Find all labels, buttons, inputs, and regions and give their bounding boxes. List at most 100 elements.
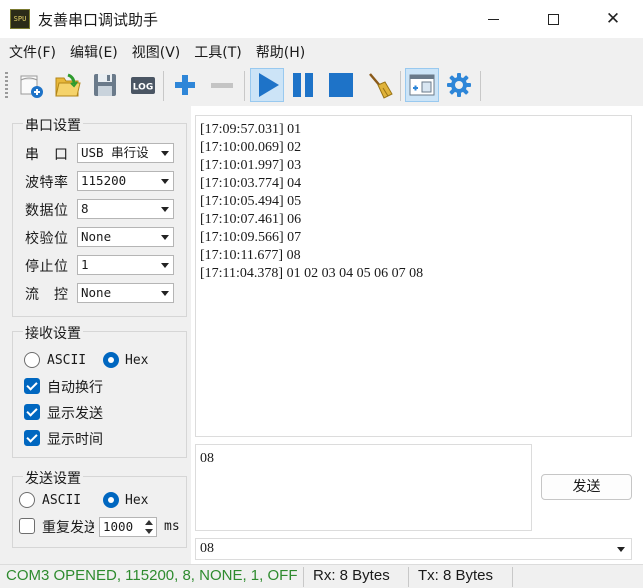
status-separator: [303, 567, 304, 587]
chevron-up-icon[interactable]: [145, 520, 153, 525]
checkmark-icon: [26, 379, 38, 391]
receive-text-area[interactable]: [17:09:57.031] 01 [17:10:00.069] 02 [17:…: [195, 115, 632, 437]
toolbar-grip[interactable]: [5, 72, 8, 100]
window-button[interactable]: [405, 68, 439, 102]
flow-control-select[interactable]: None: [77, 283, 174, 303]
receive-hex-radio[interactable]: [103, 352, 119, 368]
show-sent-label: 显示发送: [47, 406, 103, 422]
send-history-value: 08: [200, 541, 214, 556]
status-separator: [408, 567, 409, 587]
minimize-button[interactable]: [470, 0, 516, 38]
serial-settings-group: 串口设置 串 口 USB 串行设 波特率 115200 数据位 8 校验位 No…: [12, 115, 187, 317]
send-history-select[interactable]: 08: [195, 538, 632, 560]
send-button[interactable]: 发送: [541, 474, 632, 500]
connection-status: COM3 OPENED, 115200, 8, NONE, 1, OFF: [6, 567, 298, 584]
log-line: [17:09:57.031] 01: [200, 122, 302, 137]
rx-counter: Rx: 8 Bytes: [313, 567, 390, 584]
save-button[interactable]: [88, 68, 122, 102]
parity-select[interactable]: None: [77, 227, 174, 247]
toolbar-separator: [163, 71, 164, 101]
add-button[interactable]: [168, 68, 202, 102]
send-hex-label: Hex: [125, 493, 149, 508]
data-bits-label: 数据位: [25, 203, 69, 219]
receive-settings-group: 接收设置 ASCII Hex 自动换行 显示发送 显示时间: [12, 323, 187, 458]
pause-icon: [293, 73, 313, 97]
open-button[interactable]: [50, 68, 84, 102]
show-time-checkbox[interactable]: [24, 430, 40, 446]
flow-control-value: None: [81, 285, 112, 300]
repeat-interval-spinner[interactable]: 1000: [99, 517, 157, 537]
toolbar-separator: [244, 71, 245, 101]
receive-ascii-label: ASCII: [47, 353, 87, 368]
minimize-icon: [487, 18, 499, 20]
new-session-button[interactable]: [14, 68, 48, 102]
stop-button[interactable]: [324, 68, 358, 102]
settings-button[interactable]: [442, 68, 476, 102]
send-ascii-radio[interactable]: [19, 492, 35, 508]
send-input-value: 08: [200, 451, 214, 466]
stop-bits-label: 停止位: [25, 259, 69, 275]
stop-bits-value: 1: [81, 257, 89, 272]
remove-button[interactable]: [205, 68, 239, 102]
send-settings-group: 发送设置 ASCII Hex 重复发送 1000 ms: [12, 468, 187, 548]
stop-bits-select[interactable]: 1: [77, 255, 174, 275]
menu-tools[interactable]: 工具(T): [187, 42, 248, 62]
start-button[interactable]: [250, 68, 284, 102]
menu-view[interactable]: 视图(V): [125, 42, 188, 62]
chevron-down-icon: [617, 547, 625, 552]
status-separator: [512, 567, 513, 587]
data-bits-select[interactable]: 8: [77, 199, 174, 219]
receive-settings-title: 接收设置: [23, 323, 83, 343]
window-icon: [409, 74, 435, 96]
close-button[interactable]: ✕: [590, 0, 636, 38]
chevron-down-icon: [161, 291, 169, 296]
status-bar: COM3 OPENED, 115200, 8, NONE, 1, OFF Rx:…: [0, 564, 643, 588]
close-icon: ✕: [605, 8, 621, 29]
log-line: [17:10:01.997] 03: [200, 158, 302, 173]
chevron-down-icon: [161, 179, 169, 184]
repeat-interval-value: 1000: [103, 519, 134, 534]
clear-button[interactable]: [362, 68, 396, 102]
repeat-send-label: 重复发送: [42, 520, 94, 536]
send-settings-title: 发送设置: [23, 468, 83, 488]
settings-panel: 串口设置 串 口 USB 串行设 波特率 115200 数据位 8 校验位 No…: [0, 106, 191, 564]
log-line: [17:10:09.566] 07: [200, 230, 302, 245]
window-title: 友善串口调试助手: [38, 11, 159, 29]
receive-ascii-radio[interactable]: [24, 352, 40, 368]
menu-edit[interactable]: 编辑(E): [63, 42, 125, 62]
show-sent-checkbox[interactable]: [24, 404, 40, 420]
port-select[interactable]: USB 串行设: [77, 143, 174, 163]
toolbar: LOG: [0, 66, 643, 106]
log-line: [17:10:03.774] 04: [200, 176, 302, 191]
menu-file[interactable]: 文件(F): [2, 42, 63, 62]
chevron-down-icon: [161, 207, 169, 212]
menu-help[interactable]: 帮助(H): [249, 42, 312, 62]
pause-button[interactable]: [286, 68, 320, 102]
log-button[interactable]: LOG: [126, 68, 160, 102]
port-value: USB 串行设: [81, 145, 149, 160]
maximize-icon: [547, 13, 559, 25]
data-bits-value: 8: [81, 201, 89, 216]
remove-icon: [211, 83, 233, 88]
interval-unit-label: ms: [164, 519, 180, 534]
toolbar-separator: [400, 71, 401, 101]
maximize-button[interactable]: [530, 0, 576, 38]
start-icon: [259, 73, 279, 97]
auto-wrap-checkbox[interactable]: [24, 378, 40, 394]
log-line: [17:10:07.461] 06: [200, 212, 302, 227]
baud-rate-select[interactable]: 115200: [77, 171, 174, 191]
auto-wrap-label: 自动换行: [47, 380, 103, 396]
log-icon: LOG: [131, 77, 155, 94]
chevron-down-icon: [161, 235, 169, 240]
chevron-down-icon[interactable]: [145, 529, 153, 534]
new-session-icon: [20, 75, 43, 98]
spinner-buttons[interactable]: [144, 519, 154, 535]
clear-icon: [369, 73, 393, 99]
send-input[interactable]: 08: [195, 444, 532, 531]
toolbar-separator: [480, 71, 481, 101]
svg-text:LOG: LOG: [133, 83, 153, 93]
repeat-send-checkbox[interactable]: [19, 518, 35, 534]
settings-icon: [447, 73, 471, 97]
send-hex-radio[interactable]: [103, 492, 119, 508]
send-ascii-label: ASCII: [42, 493, 82, 508]
